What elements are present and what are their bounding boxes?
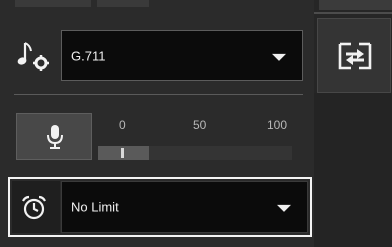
microphone-icon bbox=[47, 125, 63, 149]
top-button-stub[interactable] bbox=[97, 0, 149, 7]
codec-dropdown[interactable]: G.711 bbox=[61, 30, 303, 81]
volume-tick-label: 0 bbox=[119, 118, 126, 132]
side-panel-lower bbox=[314, 93, 392, 247]
volume-tick-label: 50 bbox=[193, 118, 207, 132]
side-top-stub bbox=[319, 0, 392, 10]
divider bbox=[14, 94, 303, 95]
focus-outline bbox=[8, 177, 312, 237]
volume-tick-label: 100 bbox=[267, 118, 288, 132]
volume-slider-thumb[interactable] bbox=[121, 148, 124, 158]
swap-icon bbox=[338, 42, 372, 70]
chevron-down-icon bbox=[272, 53, 286, 61]
top-button-stub[interactable] bbox=[15, 0, 91, 7]
side-divider bbox=[314, 12, 392, 14]
codec-dropdown-value: G.711 bbox=[71, 48, 106, 63]
swap-button[interactable] bbox=[317, 18, 391, 93]
microphone-button[interactable] bbox=[16, 113, 92, 160]
music-note-gear-icon bbox=[16, 38, 50, 72]
